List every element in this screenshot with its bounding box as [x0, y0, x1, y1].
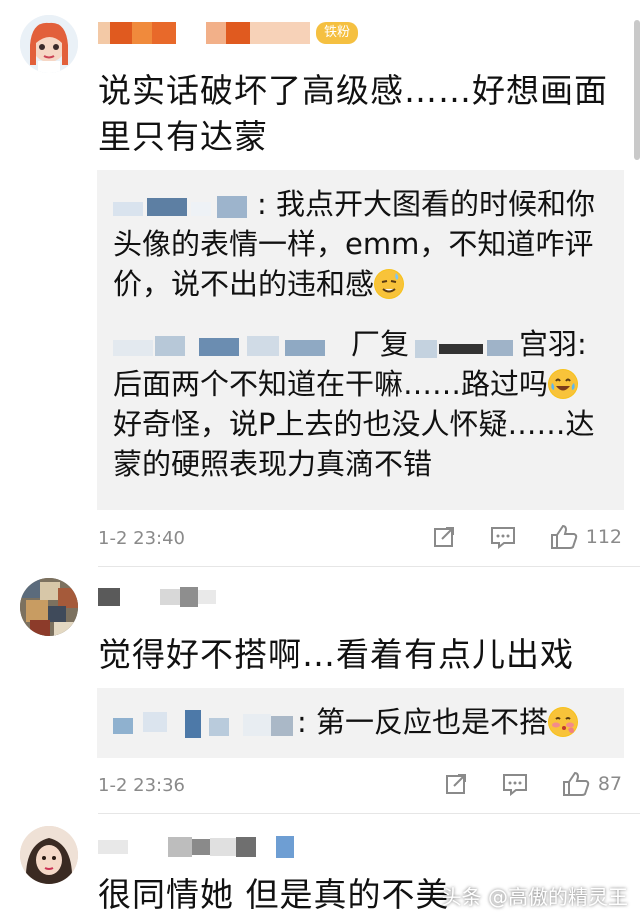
username-obscured[interactable]	[98, 832, 294, 862]
divider	[98, 813, 640, 814]
reply-box: : 第一反应也是不搭	[97, 688, 624, 758]
reply-1[interactable]: : 我点开大图看的时候和你头像的表情一样，emm，不知道咋评价，说不出的违和感	[97, 184, 624, 304]
share-icon[interactable]	[444, 772, 468, 796]
like-button[interactable]: 112	[550, 524, 622, 550]
timestamp: 1-2 23:36	[98, 775, 185, 796]
avatar[interactable]	[20, 15, 78, 73]
avatar[interactable]	[20, 826, 78, 884]
reply-name-part: 厂复	[351, 327, 410, 361]
comment-text: 觉得好不搭啊…看着有点儿出戏	[98, 635, 574, 674]
like-icon	[562, 771, 590, 796]
reply-box: : 我点开大图看的时候和你头像的表情一样，emm，不知道咋评价，说不出的违和感 …	[97, 170, 624, 510]
reply-2[interactable]: 厂复 宫羽:后面两个不知道在干嘛……路过吗 好奇怪，说P上去的也没人怀疑……达蒙…	[97, 324, 624, 484]
watermark: 头条 @高傲的精灵王	[441, 885, 628, 909]
reply-mention-tail: 宫羽	[519, 327, 578, 361]
username-obscured[interactable]: 铁粉	[98, 18, 359, 48]
like-count: 87	[597, 773, 622, 795]
comment-actions: 112	[432, 524, 622, 550]
reply-username-obscured	[113, 332, 351, 360]
comment-icon[interactable]	[490, 525, 516, 549]
comment-actions: 87	[444, 771, 622, 797]
comment-text: 说实话破坏了高级感……好想画面里只有达蒙	[98, 71, 608, 156]
reply-username-obscured	[113, 710, 297, 738]
sweat-emoji	[374, 269, 405, 299]
like-icon	[550, 524, 577, 549]
fan-badge: 铁粉	[316, 22, 359, 44]
timestamp: 1-2 23:40	[98, 528, 185, 549]
like-count: 112	[585, 526, 622, 548]
divider	[98, 566, 640, 567]
reply-1[interactable]: : 第一反应也是不搭	[97, 702, 624, 742]
cry-laugh-emoji	[548, 369, 579, 399]
username-obscured[interactable]	[98, 582, 216, 612]
reply-username-obscured	[113, 192, 257, 220]
reply-mention-obscured	[409, 332, 519, 360]
scrollbar[interactable]	[634, 20, 640, 160]
avatar[interactable]	[20, 578, 78, 636]
comment-icon[interactable]	[502, 772, 528, 796]
like-button[interactable]: 87	[562, 771, 622, 797]
share-icon[interactable]	[432, 525, 456, 549]
blush-emoji	[548, 707, 578, 737]
